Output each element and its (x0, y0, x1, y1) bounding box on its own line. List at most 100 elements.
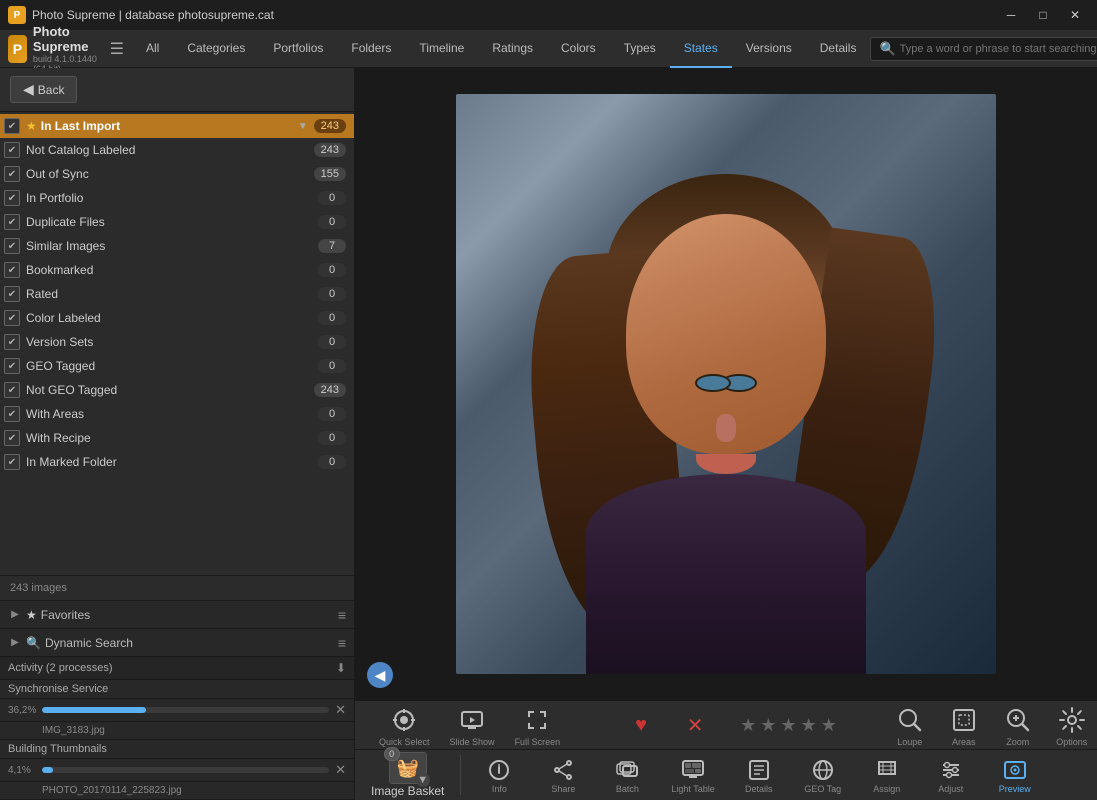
share-button[interactable]: Share (533, 752, 593, 798)
reject-icon: ✕ (679, 709, 711, 741)
navbar: P Photo Supreme build 4.1.0.1440 (64 bit… (0, 30, 1097, 68)
state-count: 243 (314, 119, 346, 133)
close-button[interactable]: ✕ (1061, 5, 1089, 25)
assign-button[interactable]: Assign (857, 752, 917, 798)
bottom-panels: ▶ ★ Favorites ≡ ▶ 🔍 Dynamic Search ≡ Act… (0, 600, 354, 800)
loupe-button[interactable]: Loupe (885, 702, 935, 749)
favorites-panel[interactable]: ▶ ★ Favorites ≡ (0, 601, 354, 629)
state-item-not-geo-tagged[interactable]: ✔ Not GEO Tagged 243 (0, 378, 354, 402)
activity-download-icon[interactable]: ⬇ (336, 661, 346, 675)
titlebar: P Photo Supreme | database photosupreme.… (0, 0, 1097, 30)
menu-button[interactable]: ☰ (110, 37, 124, 61)
minimize-button[interactable]: ─ (997, 5, 1025, 25)
state-item-in-portfolio[interactable]: ✔ In Portfolio 0 (0, 186, 354, 210)
search-input[interactable] (900, 43, 1097, 55)
geo-tag-button[interactable]: GEO Tag (793, 752, 853, 798)
slide-show-button[interactable]: Slide Show (442, 702, 503, 749)
state-checkbox[interactable]: ✔ (4, 454, 20, 470)
state-item-in-marked-folder[interactable]: ✔ In Marked Folder 0 (0, 450, 354, 474)
state-item-in-last-import[interactable]: ✔ ★ In Last Import ▼ 243 (0, 114, 354, 138)
state-item-version-sets[interactable]: ✔ Version Sets 0 (0, 330, 354, 354)
share-icon (548, 756, 578, 784)
state-checkbox[interactable]: ✔ (4, 118, 20, 134)
tab-states[interactable]: States (670, 30, 732, 68)
state-checkbox[interactable]: ✔ (4, 310, 20, 326)
tab-versions[interactable]: Versions (732, 30, 806, 68)
back-button[interactable]: ◀ Back (10, 76, 77, 103)
zoom-label: Zoom (1006, 737, 1029, 747)
expand-icon[interactable]: ▶ (8, 636, 22, 650)
image-basket-button[interactable]: 🧺 0 ▼ Image Basket (363, 750, 452, 800)
state-item-rated[interactable]: ✔ Rated 0 (0, 282, 354, 306)
basket-add-icon: ▼ (416, 773, 430, 787)
state-label: In Last Import (41, 119, 298, 133)
star-1[interactable]: ★ (740, 715, 756, 736)
state-item-duplicate-files[interactable]: ✔ Duplicate Files 0 (0, 210, 354, 234)
photo-nav-arrow[interactable]: ◀ (367, 662, 393, 688)
state-item-with-recipe[interactable]: ✔ With Recipe 0 (0, 426, 354, 450)
progress-close-2[interactable]: ✕ (335, 762, 346, 778)
adjust-button[interactable]: Adjust (921, 752, 981, 798)
quick-select-button[interactable]: Quick Select (371, 702, 438, 749)
favorites-menu-icon[interactable]: ≡ (338, 607, 346, 623)
maximize-button[interactable]: □ (1029, 5, 1057, 25)
light-table-button[interactable]: Light Table (661, 752, 724, 798)
basket-icon: 🧺 0 ▼ (389, 752, 427, 784)
heart-button[interactable]: ♥ (616, 707, 666, 743)
state-checkbox[interactable]: ✔ (4, 406, 20, 422)
dynamic-search-panel[interactable]: ▶ 🔍 Dynamic Search ≡ (0, 629, 354, 657)
state-count: 0 (318, 431, 346, 445)
reject-button[interactable]: ✕ (670, 707, 720, 743)
search-box[interactable]: 🔍 (870, 37, 1097, 61)
areas-button[interactable]: Areas (939, 702, 989, 749)
tab-folders[interactable]: Folders (337, 30, 405, 68)
state-checkbox[interactable]: ✔ (4, 286, 20, 302)
view-controls: Loupe Areas (885, 702, 1097, 749)
tab-all[interactable]: All (132, 30, 173, 68)
dynamic-search-menu-icon[interactable]: ≡ (338, 635, 346, 651)
star-5[interactable]: ★ (821, 715, 837, 736)
state-item-with-areas[interactable]: ✔ With Areas 0 (0, 402, 354, 426)
state-checkbox[interactable]: ✔ (4, 238, 20, 254)
tab-portfolios[interactable]: Portfolios (259, 30, 337, 68)
state-item-out-of-sync[interactable]: ✔ Out of Sync 155 (0, 162, 354, 186)
state-item-color-labeled[interactable]: ✔ Color Labeled 0 (0, 306, 354, 330)
progress-filename-2: PHOTO_20170114_225823.jpg (0, 782, 354, 800)
state-checkbox[interactable]: ✔ (4, 430, 20, 446)
expand-icon[interactable]: ▶ (8, 608, 22, 622)
state-checkbox[interactable]: ✔ (4, 358, 20, 374)
tab-timeline[interactable]: Timeline (405, 30, 478, 68)
state-item-similar-images[interactable]: ✔ Similar Images 7 (0, 234, 354, 258)
batch-button[interactable]: Batch (597, 752, 657, 798)
tab-details[interactable]: Details (806, 30, 871, 68)
share-label: Share (551, 784, 575, 794)
state-checkbox[interactable]: ✔ (4, 382, 20, 398)
state-checkbox[interactable]: ✔ (4, 262, 20, 278)
preview-button[interactable]: Preview (985, 752, 1045, 798)
full-screen-button[interactable]: Full Screen (507, 702, 569, 749)
state-label: Duplicate Files (26, 215, 318, 229)
info-button[interactable]: Info (469, 752, 529, 798)
star-4[interactable]: ★ (801, 715, 817, 736)
star-2[interactable]: ★ (760, 715, 776, 736)
state-checkbox[interactable]: ✔ (4, 214, 20, 230)
tab-ratings[interactable]: Ratings (478, 30, 547, 68)
zoom-button[interactable]: Zoom (993, 702, 1043, 749)
full-screen-icon (521, 704, 553, 736)
tab-categories[interactable]: Categories (173, 30, 259, 68)
lips (696, 454, 756, 474)
state-checkbox[interactable]: ✔ (4, 142, 20, 158)
star-3[interactable]: ★ (780, 715, 796, 736)
state-count: 0 (318, 287, 346, 301)
state-item-geo-tagged[interactable]: ✔ GEO Tagged 0 (0, 354, 354, 378)
state-checkbox[interactable]: ✔ (4, 334, 20, 350)
progress-close-1[interactable]: ✕ (335, 702, 346, 718)
state-item-not-catalog-labeled[interactable]: ✔ Not Catalog Labeled 243 (0, 138, 354, 162)
state-item-bookmarked[interactable]: ✔ Bookmarked 0 (0, 258, 354, 282)
options-button[interactable]: Options (1047, 702, 1097, 749)
details-button[interactable]: Details (729, 752, 789, 798)
state-checkbox[interactable]: ✔ (4, 190, 20, 206)
tab-types[interactable]: Types (610, 30, 670, 68)
tab-colors[interactable]: Colors (547, 30, 610, 68)
state-checkbox[interactable]: ✔ (4, 166, 20, 182)
